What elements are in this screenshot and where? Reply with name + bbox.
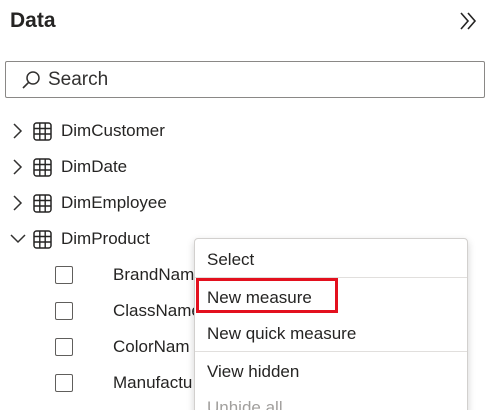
- menu-item-label: Unhide all: [207, 398, 283, 410]
- menu-divider: [195, 277, 467, 278]
- table-icon: [33, 158, 52, 177]
- field-checkbox[interactable]: [55, 302, 73, 320]
- double-chevron-right-icon: [460, 12, 477, 30]
- field-name: Manufactu: [113, 373, 193, 392]
- field-checkbox[interactable]: [55, 374, 73, 392]
- field-name: ClassName: [113, 301, 201, 320]
- menu-item-label: View hidden: [207, 362, 300, 381]
- table-name: DimEmployee: [61, 193, 167, 212]
- collapse-pane-button[interactable]: [456, 9, 480, 33]
- table-row-dimproduct[interactable]: DimProduct: [0, 221, 190, 257]
- search-box[interactable]: Search: [5, 61, 485, 98]
- data-pane: Data Search DimCustomer DimDate DimEmplo…: [0, 0, 485, 410]
- table-row-dimdate[interactable]: DimDate: [0, 149, 190, 185]
- chevron-right-icon[interactable]: [9, 193, 27, 213]
- table-name: DimProduct: [61, 229, 150, 248]
- chevron-right-icon[interactable]: [9, 157, 27, 177]
- table-row-dimcustomer[interactable]: DimCustomer: [0, 113, 190, 149]
- menu-item-view-hidden[interactable]: View hidden: [195, 353, 467, 389]
- table-row-dimemployee[interactable]: DimEmployee: [0, 185, 190, 221]
- table-icon: [33, 230, 52, 249]
- field-checkbox[interactable]: [55, 266, 73, 284]
- chevron-right-icon[interactable]: [9, 121, 27, 141]
- menu-item-label: New measure: [207, 288, 312, 307]
- context-menu: Select New measure New quick measure Vie…: [194, 238, 468, 410]
- menu-divider: [195, 351, 467, 352]
- field-name: BrandNam: [113, 265, 195, 284]
- search-input[interactable]: Search: [48, 69, 108, 91]
- field-checkbox[interactable]: [55, 338, 73, 356]
- field-row-manufacturer[interactable]: Manufactu: [0, 365, 200, 401]
- table-icon: [33, 194, 52, 213]
- field-row-classname[interactable]: ClassName: [0, 293, 201, 329]
- field-name: ColorNam: [113, 337, 190, 356]
- search-icon: [22, 71, 40, 89]
- menu-item-new-measure[interactable]: New measure: [195, 279, 467, 315]
- pane-title: Data: [10, 9, 56, 32]
- field-row-colorname[interactable]: ColorNam: [0, 329, 200, 365]
- table-name: DimDate: [61, 157, 128, 176]
- menu-item-label: New quick measure: [207, 324, 357, 343]
- chevron-down-icon[interactable]: [9, 229, 27, 249]
- table-name: DimCustomer: [61, 121, 165, 140]
- menu-item-unhide-all: Unhide all: [195, 389, 467, 410]
- menu-item-label: Select: [207, 250, 255, 269]
- menu-item-new-quick-measure[interactable]: New quick measure: [195, 315, 467, 351]
- menu-item-select[interactable]: Select: [195, 241, 467, 277]
- field-row-brandname[interactable]: BrandNam: [0, 257, 200, 293]
- table-icon: [33, 122, 52, 141]
